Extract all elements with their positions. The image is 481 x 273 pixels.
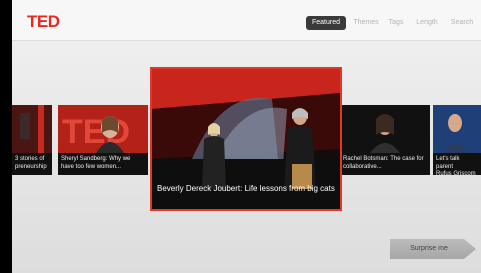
talk-caption: 3 stories of preneurship [12,153,52,175]
talk-caption: Rachel Botsman: The case for collaborati… [340,153,430,175]
tab-tags[interactable]: Tags [386,16,406,30]
svg-text:TED: TED [62,113,130,151]
talk-caption: Sheryl Sandberg: Why we have too few wom… [58,153,148,175]
ted-logo: TED [27,12,60,31]
tv-screen: TED Featured Themes Tags Length Search 3… [12,0,481,273]
talk-card[interactable]: Let's talk parent Rufus Griscom [433,105,481,175]
talk-card[interactable]: TED Sheryl Sandberg: Why we have too few… [58,105,148,175]
tab-search[interactable]: Search [448,16,476,30]
talk-thumbnail [340,105,430,153]
featured-talk-card[interactable]: Beverly Dereck Joubert: Life lessons fro… [150,67,342,211]
talk-thumbnail [433,105,481,153]
talk-card[interactable]: Rachel Botsman: The case for collaborati… [340,105,430,175]
talk-caption: Let's talk parent Rufus Griscom [433,153,481,175]
talk-thumbnail [12,105,52,153]
featured-talk-caption: Beverly Dereck Joubert: Life lessons fro… [157,184,335,193]
surprise-me-label: Surprise me [410,245,448,252]
tab-featured[interactable]: Featured [306,16,346,30]
top-bar: TED Featured Themes Tags Length Search [12,0,481,41]
tab-length[interactable]: Length [412,16,442,30]
surprise-me-button[interactable]: Surprise me [390,239,476,259]
tab-themes[interactable]: Themes [351,16,381,30]
talk-card[interactable]: 3 stories of preneurship [12,105,52,175]
talk-thumbnail: TED [58,105,148,153]
